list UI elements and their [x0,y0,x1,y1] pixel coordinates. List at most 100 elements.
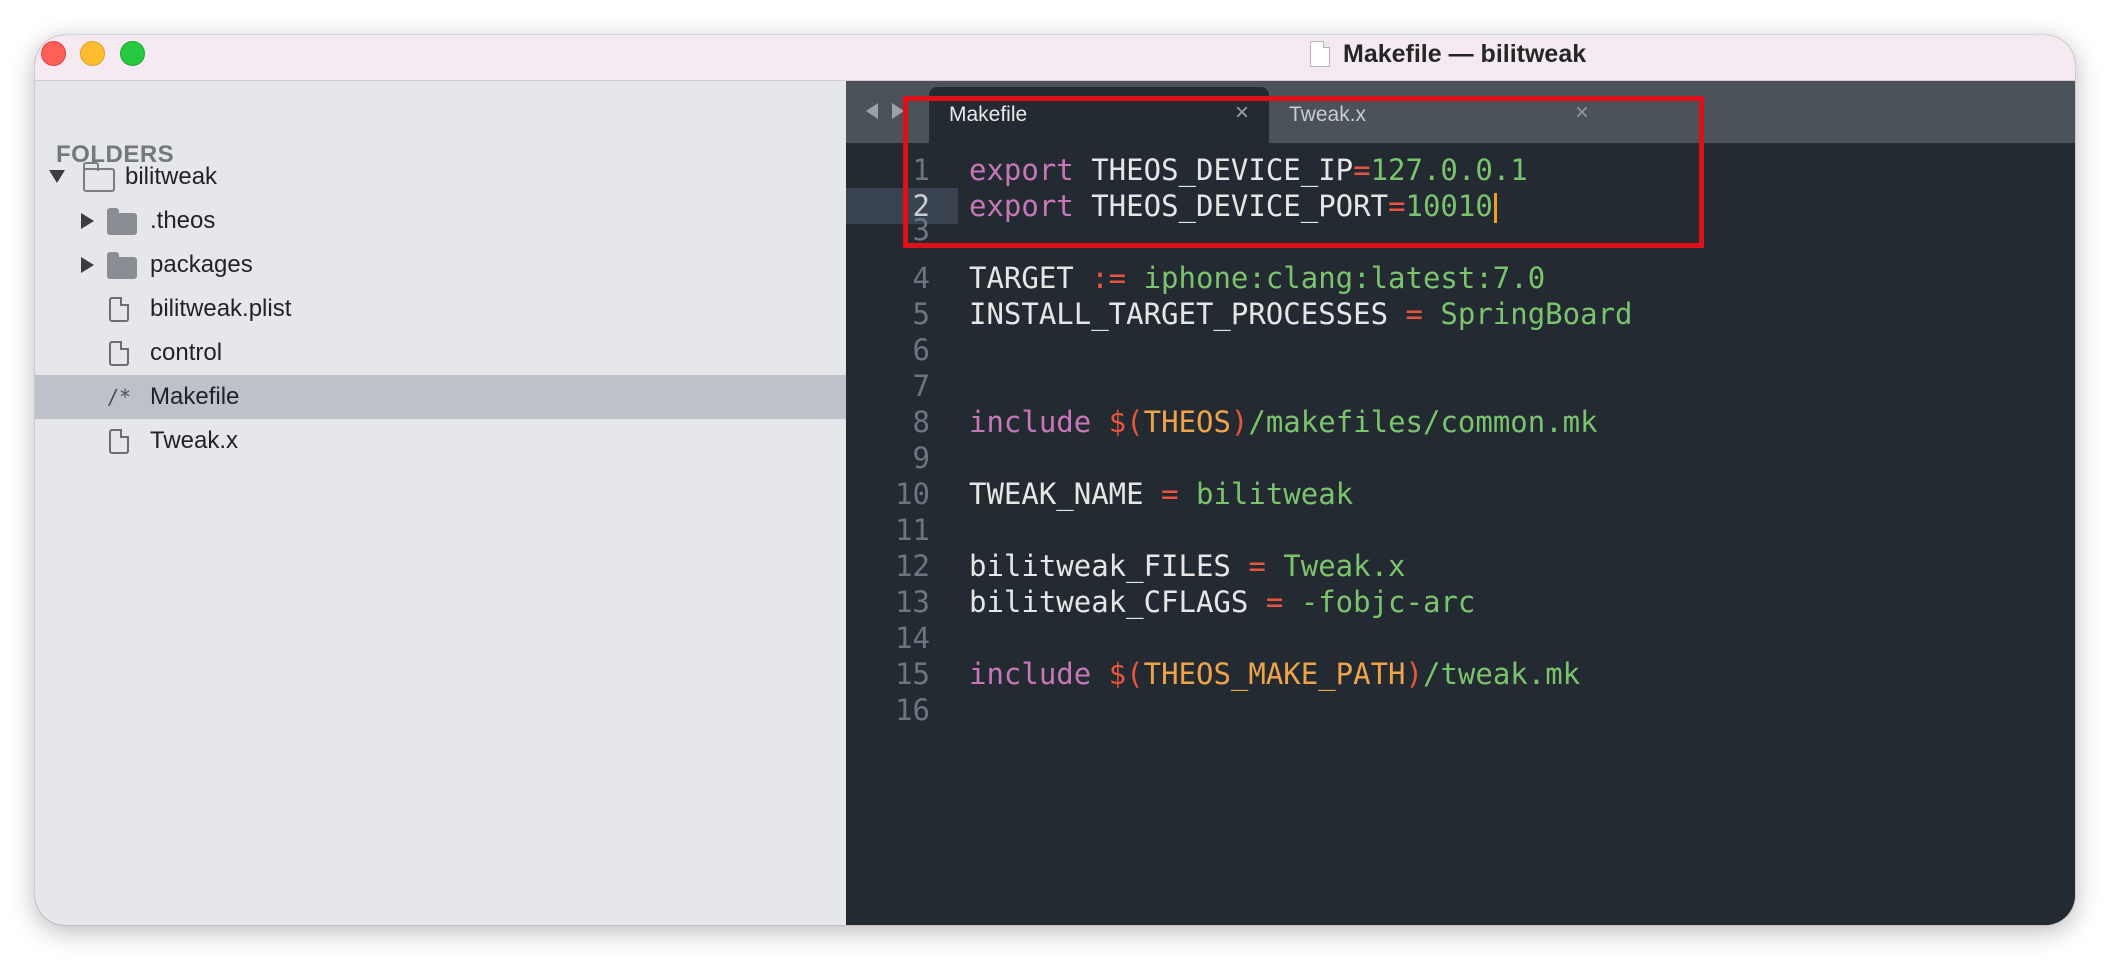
sidebar-item-makefile[interactable]: /* Makefile [35,375,846,419]
line-number: 15 [895,657,930,691]
code-token: bilitweak [1178,477,1354,511]
line-number: 3 [912,213,930,247]
code-text[interactable]: INSTALL_TARGET_PROCESSES = SpringBoard [969,296,1632,332]
window-title: Makefile — bilitweak [1310,37,1586,71]
line-number: 14 [895,621,930,655]
code-line[interactable]: 6 [846,332,2075,368]
sidebar-item-bilitweak[interactable]: bilitweak [35,155,846,199]
sidebar-item-theos[interactable]: .theos [35,199,846,243]
sidebar-item-label: bilitweak.plist [150,295,292,322]
code-token: INSTALL_TARGET_PROCESSES [969,297,1406,331]
code-token: -fobjc-arc [1283,585,1476,619]
tab-label: Makefile [949,103,1028,126]
disclosure-collapsed-icon[interactable] [81,257,94,273]
tab-scroll-right-icon[interactable] [892,103,904,119]
code-token: ) [1230,405,1249,439]
sidebar-item-label: bilitweak [125,163,218,190]
code-line[interactable]: 5 INSTALL_TARGET_PROCESSES = SpringBoard [846,296,2075,332]
document-icon [1310,41,1330,67]
code-token: = [1265,585,1284,619]
code-line[interactable]: 13 bilitweak_CFLAGS = -fobjc-arc [846,584,2075,620]
code-token: $( [1108,657,1144,691]
zoom-window-button[interactable] [120,41,145,66]
code-token: bilitweak_FILES [969,549,1249,583]
code-text[interactable]: include $(THEOS_MAKE_PATH)/tweak.mk [969,656,1580,692]
code-line[interactable]: 10 TWEAK_NAME = bilitweak [846,476,2075,512]
code-token: THEOS_DEVICE_IP [1073,153,1354,187]
code-text[interactable]: bilitweak_CFLAGS = -fobjc-arc [969,584,1475,620]
line-number: 8 [912,405,930,439]
makefile-icon: /* [107,385,132,409]
code-token: = [1161,477,1179,511]
code-token: include [969,405,1092,439]
line-number: 12 [895,549,930,583]
code-line[interactable]: 12 bilitweak_FILES = Tweak.x [846,548,2075,584]
minimize-window-button[interactable] [80,41,105,66]
folder-icon [107,208,137,235]
code-token: bilitweak_CFLAGS [969,585,1266,619]
code-text[interactable]: include $(THEOS)/makefiles/common.mk [969,404,1598,440]
tab-scroll-left-icon[interactable] [866,103,878,119]
title-bar[interactable]: Makefile — bilitweak [35,35,2075,81]
line-number: 9 [912,441,930,475]
code-token: Tweak.x [1265,549,1406,583]
code-token: /tweak.mk [1422,657,1581,691]
code-token: $( [1108,405,1144,439]
sidebar-item-control[interactable]: control [35,331,846,375]
line-number: 4 [912,261,930,295]
sidebar: FOLDERS bilitweak .theos packages bilitw… [35,81,846,925]
code-token: = [1353,153,1371,187]
disclosure-expanded-icon[interactable] [49,170,65,183]
code-line[interactable]: 7 [846,368,2075,404]
line-number: 11 [895,513,930,547]
code-line[interactable]: 9 [846,440,2075,476]
sidebar-item-tweak-x[interactable]: Tweak.x [35,419,846,463]
code-line[interactable]: 14 [846,620,2075,656]
code-token: SpringBoard [1422,297,1633,331]
line-number: 7 [912,369,930,403]
code-line[interactable]: 4 TARGET := iphone:clang:latest:7.0 [846,260,2075,296]
code-text[interactable]: bilitweak_FILES = Tweak.x [969,548,1406,584]
code-line[interactable]: 16 [846,692,2075,728]
file-icon [109,429,129,454]
code-token: THEOS_MAKE_PATH [1143,657,1406,691]
code-text[interactable]: TWEAK_NAME = bilitweak [969,476,1353,512]
tab-tweak-x[interactable]: Tweak.x × [1269,87,1609,143]
sidebar-item-label: Tweak.x [150,427,239,454]
code-line[interactable]: 11 [846,512,2075,548]
line-number: 6 [912,333,930,367]
disclosure-collapsed-icon[interactable] [81,213,94,229]
code-text[interactable]: export THEOS_DEVICE_IP=127.0.0.1 [969,152,1528,188]
sidebar-item-bilitweak-plist[interactable]: bilitweak.plist [35,287,846,331]
code-token: include [969,657,1092,691]
sidebar-item-label: .theos [150,207,216,234]
code-token: ) [1405,657,1423,691]
folder-icon [107,252,137,279]
code-line[interactable]: 3 [846,212,2075,248]
code-token: export [969,153,1074,187]
code-token: iphone:clang:latest:7.0 [1126,261,1546,295]
tab-makefile[interactable]: Makefile × [929,87,1269,143]
tab-label: Tweak.x [1289,103,1367,126]
code-token: = [1405,297,1423,331]
editor-pane: Makefile × Tweak.x × 1 export THEOS_DEVIC… [846,81,2075,925]
line-number: 5 [912,297,930,331]
code-token: TWEAK_NAME [969,477,1162,511]
sidebar-item-packages[interactable]: packages [35,243,846,287]
file-icon [109,341,129,366]
code-line[interactable]: 15 include $(THEOS_MAKE_PATH)/tweak.mk [846,656,2075,692]
code-line[interactable]: 8 include $(THEOS)/makefiles/common.mk [846,404,2075,440]
close-tab-icon[interactable]: × [1575,101,1589,125]
code-editor[interactable]: 1 export THEOS_DEVICE_IP=127.0.0.1 2 export… [846,143,2075,925]
sidebar-item-label: packages [150,251,253,278]
close-tab-icon[interactable]: × [1235,101,1249,125]
close-window-button[interactable] [41,41,66,66]
line-number: 13 [895,585,930,619]
code-token: 127.0.0.1 [1370,153,1528,187]
tab-bar: Makefile × Tweak.x × [846,81,2075,143]
code-text[interactable]: TARGET := iphone:clang:latest:7.0 [969,260,1545,296]
code-line[interactable]: 1 export THEOS_DEVICE_IP=127.0.0.1 [846,152,2075,188]
code-token: TARGET [969,261,1092,295]
line-number: 10 [895,477,930,511]
